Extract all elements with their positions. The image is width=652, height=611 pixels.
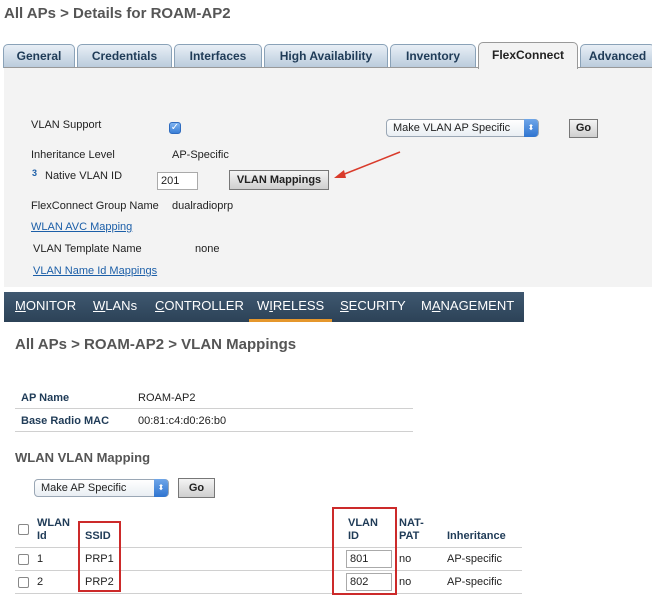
menu-security[interactable]: SECURITY (340, 292, 406, 322)
main-menu-bar: MONITOR WLANs CONTROLLER WIRELESS SECURI… (4, 292, 524, 322)
wlan-vlan-mapping-heading: WLAN VLAN Mapping (15, 450, 151, 465)
divider (15, 408, 413, 409)
vlan-id-highlight-box (332, 507, 397, 595)
menu-wireless[interactable]: WIRELESS (249, 292, 333, 322)
tab-high-availability[interactable]: High Availability (264, 44, 388, 68)
ap-specific-select[interactable]: Make AP Specific ⬍ (34, 479, 169, 497)
col-wlan-id-line1: WLAN (37, 517, 70, 529)
tab-interfaces[interactable]: Interfaces (174, 44, 262, 68)
tab-inventory[interactable]: Inventory (390, 44, 476, 68)
vlan-support-label: VLAN Support (31, 119, 102, 131)
vlan-mappings-button[interactable]: VLAN Mappings (229, 170, 329, 190)
vlan-name-id-mappings-link[interactable]: VLAN Name Id Mappings (33, 265, 157, 277)
col-nat-pat: NAT- PAT (399, 517, 424, 543)
tab-flexconnect[interactable]: FlexConnect (478, 42, 578, 69)
flexconnect-group-value: dualradioprp (172, 200, 234, 212)
native-vlan-input[interactable]: 201 (157, 172, 198, 190)
row-inheritance: AP-specific (447, 553, 503, 565)
flexconnect-group-label: FlexConnect Group Name (31, 200, 159, 212)
inheritance-level-label: Inheritance Level (31, 149, 115, 161)
divider (15, 431, 413, 432)
vlan-template-label: VLAN Template Name (33, 243, 142, 255)
footnote-marker: 3 (32, 168, 38, 178)
divider (15, 593, 522, 594)
select-all-checkbox[interactable] (18, 524, 29, 535)
go-button-mapping[interactable]: Go (178, 478, 215, 498)
menu-monitor[interactable]: MONITOR (15, 292, 76, 322)
wlan-avc-mapping-link[interactable]: WLAN AVC Mapping (31, 221, 132, 233)
base-radio-mac-label: Base Radio MAC (21, 415, 110, 427)
ap-name-label: AP Name (21, 392, 70, 404)
menu-controller[interactable]: CONTROLLER (155, 292, 244, 322)
ap-name-value: ROAM-AP2 (138, 392, 196, 404)
col-wlan-id-line2: Id (37, 530, 47, 542)
tab-advanced[interactable]: Advanced (580, 44, 652, 68)
tab-credentials[interactable]: Credentials (77, 44, 172, 68)
ssid-highlight-box (78, 521, 121, 592)
row-nat-pat: no (399, 553, 412, 565)
row-checkbox[interactable] (18, 577, 29, 588)
menu-wlans[interactable]: WLANs (93, 292, 137, 322)
row-nat-pat: no (399, 576, 412, 588)
vlan-ap-specific-select[interactable]: Make VLAN AP Specific ⬍ (386, 119, 539, 137)
red-arrow-annotation (334, 151, 401, 178)
row-wlan-id: 1 (37, 553, 44, 565)
native-vlan-label: Native VLAN ID (45, 170, 123, 182)
vlan-ap-specific-select-value: Make VLAN AP Specific (393, 122, 511, 134)
col-inheritance: Inheritance (447, 530, 506, 542)
col-nat-pat-line1: NAT- (399, 517, 424, 529)
vlan-support-checkbox[interactable]: ✓ (169, 122, 181, 134)
chevron-updown-icon: ⬍ (524, 119, 538, 137)
col-wlan-id: WLAN Id (37, 517, 70, 543)
row-checkbox[interactable] (18, 554, 29, 565)
col-nat-pat-line2: PAT (399, 530, 420, 542)
chevron-updown-icon: ⬍ (154, 479, 168, 497)
tab-bar: General Credentials Interfaces High Avai… (0, 42, 652, 69)
vlan-template-value: none (195, 243, 220, 255)
page-title-vlan-mappings: All APs > ROAM-AP2 > VLAN Mappings (15, 336, 297, 353)
tab-general[interactable]: General (3, 44, 75, 68)
page-title: All APs > Details for ROAM-AP2 (4, 5, 231, 22)
row-wlan-id: 2 (37, 576, 44, 588)
menu-management[interactable]: MANAGEMENT (421, 292, 514, 322)
inheritance-level-value: AP-Specific (172, 149, 229, 161)
ap-specific-select-value: Make AP Specific (41, 482, 127, 494)
base-radio-mac-value: 00:81:c4:d0:26:b0 (138, 415, 227, 427)
row-inheritance: AP-specific (447, 576, 503, 588)
go-button[interactable]: Go (569, 119, 598, 138)
